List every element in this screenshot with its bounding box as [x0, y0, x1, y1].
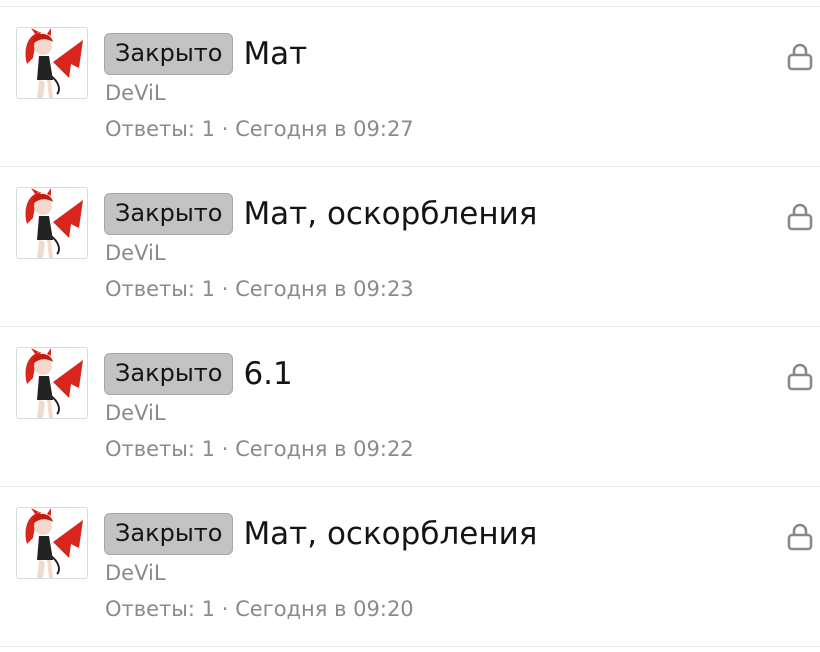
thread-author[interactable]: DeViL: [105, 559, 166, 587]
replies-label: Ответы:: [105, 437, 195, 461]
lock-icon: [784, 521, 816, 553]
lock-icon: [784, 41, 816, 73]
thread-meta: Ответы: 1 · Сегодня в 09:23: [105, 275, 414, 303]
status-badge[interactable]: Закрыто: [104, 353, 234, 395]
thread-date[interactable]: Сегодня в 09:22: [235, 437, 414, 461]
thread-title-row: Закрыто Мат, оскорбления: [104, 193, 537, 235]
replies-count: 1: [201, 597, 216, 621]
thread-author[interactable]: DeViL: [105, 399, 166, 427]
meta-separator: ·: [221, 117, 229, 141]
thread-title-row: Закрыто Мат: [104, 33, 307, 75]
replies-label: Ответы:: [105, 117, 195, 141]
thread-title-row: Закрыто 6.1: [104, 353, 293, 395]
thread-title[interactable]: Мат, оскорбления: [243, 193, 537, 235]
thread-date[interactable]: Сегодня в 09:27: [235, 117, 414, 141]
thread-title[interactable]: Мат, оскорбления: [243, 513, 537, 555]
thread-item[interactable]: Закрыто Мат, оскорбления DeViL Ответы: 1…: [0, 487, 820, 647]
lock-icon: [784, 201, 816, 233]
meta-separator: ·: [221, 277, 229, 301]
status-badge[interactable]: Закрыто: [104, 33, 234, 75]
thread-meta: Ответы: 1 · Сегодня в 09:27: [105, 115, 414, 143]
thread-title[interactable]: 6.1: [243, 353, 292, 395]
thread-meta: Ответы: 1 · Сегодня в 09:22: [105, 435, 414, 463]
thread-author[interactable]: DeViL: [105, 79, 166, 107]
status-badge[interactable]: Закрыто: [104, 193, 234, 235]
thread-item[interactable]: Закрыто Мат DeViL Ответы: 1 · Сегодня в …: [0, 7, 820, 167]
devil-avatar-icon[interactable]: [16, 507, 88, 579]
meta-separator: ·: [221, 437, 229, 461]
devil-avatar-icon[interactable]: [16, 347, 88, 419]
devil-avatar-icon[interactable]: [16, 187, 88, 259]
thread-author[interactable]: DeViL: [105, 239, 166, 267]
thread-meta: Ответы: 1 · Сегодня в 09:20: [105, 595, 414, 623]
replies-count: 1: [201, 117, 216, 141]
thread-list: Закрыто Мат DeViL Ответы: 1 · Сегодня в …: [0, 0, 820, 652]
replies-count: 1: [201, 437, 216, 461]
status-badge[interactable]: Закрыто: [104, 513, 234, 555]
thread-date[interactable]: Сегодня в 09:20: [235, 597, 414, 621]
replies-count: 1: [201, 277, 216, 301]
replies-label: Ответы:: [105, 277, 195, 301]
thread-item[interactable]: Закрыто Мат, оскорбления DeViL Ответы: 1…: [0, 167, 820, 327]
replies-label: Ответы:: [105, 597, 195, 621]
devil-avatar-icon[interactable]: [16, 27, 88, 99]
lock-icon: [784, 361, 816, 393]
thread-title-row: Закрыто Мат, оскорбления: [104, 513, 537, 555]
meta-separator: ·: [221, 597, 229, 621]
thread-item[interactable]: Закрыто 6.1 DeViL Ответы: 1 · Сегодня в …: [0, 327, 820, 487]
thread-title[interactable]: Мат: [243, 33, 307, 75]
thread-date[interactable]: Сегодня в 09:23: [235, 277, 414, 301]
